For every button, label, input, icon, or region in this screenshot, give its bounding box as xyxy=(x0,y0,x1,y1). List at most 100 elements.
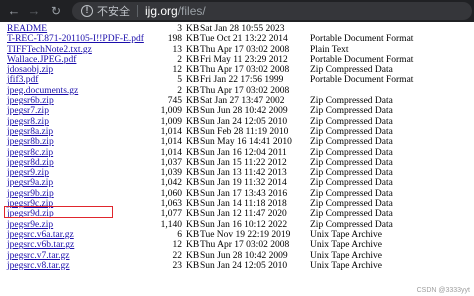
file-link[interactable]: jpegsrc.v6b.tar.gz xyxy=(7,240,74,250)
file-link[interactable]: jdosaobj.zip xyxy=(7,65,53,75)
file-size: 3 xyxy=(177,24,182,34)
file-type: Zip Compressed Data xyxy=(310,178,393,189)
file-size-unit: KB xyxy=(186,106,200,117)
file-size-unit: KB xyxy=(186,65,200,76)
file-type: Portable Document Format xyxy=(310,54,414,65)
file-size: 1,014 xyxy=(160,147,182,158)
file-row: jpegsr7.zip 1,009 KB Sun Jun 28 10:42 2009 Z… xyxy=(0,106,474,116)
file-link[interactable]: jpegsr8d.zip xyxy=(7,158,54,168)
file-date: Thu Apr 17 03:02 2008 xyxy=(200,240,290,251)
file-row: jpegsr8b.zip 1,014 KB Sun May 16 14:41 2010… xyxy=(0,137,474,147)
forward-arrow-icon[interactable]: → xyxy=(26,3,42,19)
file-row: TIFFTechNote2.txt.gz 13 KB Thu Apr 17 03:02… xyxy=(0,45,474,55)
file-link[interactable]: jpegsr9.zip xyxy=(7,168,49,178)
file-row: T-REC-T.871-201105-I!!PDF-E.pdf 198 KB Tue … xyxy=(0,34,474,44)
file-type: Unix Tape Archive xyxy=(310,260,382,271)
file-link[interactable]: T-REC-T.871-201105-I!!PDF-E.pdf xyxy=(7,34,144,44)
file-size-unit: KB xyxy=(186,209,200,220)
file-row: jpegsr9c.zip 1,063 KB Sun Jan 14 11:18 2018… xyxy=(0,199,474,209)
file-size: 1,140 xyxy=(160,219,182,230)
file-size: 1,039 xyxy=(160,168,182,179)
file-size-unit: KB xyxy=(186,116,200,127)
file-size: 745 xyxy=(167,96,182,107)
file-type: Zip Compressed Data xyxy=(310,188,393,199)
file-link[interactable]: jpegsr9e.zip xyxy=(7,220,53,230)
file-type: Zip Compressed Data xyxy=(310,126,393,137)
file-date: Fri May 11 23:29 2012 xyxy=(200,54,288,65)
file-size: 2 xyxy=(177,54,182,65)
file-link[interactable]: jpegsr8.zip xyxy=(7,117,49,127)
file-row: jpegsr9a.zip 1,042 KB Sun Jan 19 11:32 2014… xyxy=(0,178,474,188)
file-date: Sun Jan 13 11:42 2013 xyxy=(200,168,287,179)
file-link[interactable]: jpegsr8b.zip xyxy=(7,137,54,147)
file-type: Portable Document Format xyxy=(310,34,414,45)
file-date: Sun Jan 19 11:32 2014 xyxy=(200,178,287,189)
file-date: Sun Jan 15 11:22 2012 xyxy=(200,157,287,168)
file-type: Zip Compressed Data xyxy=(310,209,393,220)
file-size-unit: KB xyxy=(186,54,200,65)
file-row: jdosaobj.zip 12 KB Thu Apr 17 03:02 2008 Zip… xyxy=(0,65,474,75)
file-size: 198 xyxy=(167,34,182,45)
security-status-text[interactable]: 不安全 xyxy=(97,3,130,19)
address-bar[interactable]: ! 不安全 ijg.org/files/ xyxy=(72,2,472,20)
file-size-unit: KB xyxy=(186,219,200,230)
file-row: jpegsr8.zip 1,009 KB Sun Jan 24 12:05 2010 Z… xyxy=(0,117,474,127)
file-link[interactable]: jpegsr7.zip xyxy=(7,106,49,116)
file-date: Sun Jan 12 11:47 2020 xyxy=(200,209,287,220)
file-size-unit: KB xyxy=(186,178,200,189)
file-row: jpegsr9b.zip 1,060 KB Sun Jan 17 13:43 2016… xyxy=(0,189,474,199)
file-size-unit: KB xyxy=(186,168,200,179)
file-size-unit: KB xyxy=(186,85,200,96)
file-size: 6 xyxy=(177,229,182,240)
file-date: Thu Apr 17 03:02 2008 xyxy=(200,44,290,55)
file-link[interactable]: jpegsrc.v6a.tar.gz xyxy=(7,230,74,240)
url-path: /files/ xyxy=(177,4,206,18)
file-size-unit: KB xyxy=(186,199,200,210)
file-date: Thu Apr 17 03:02 2008 xyxy=(200,65,290,76)
file-size-unit: KB xyxy=(186,137,200,148)
warning-icon[interactable]: ! xyxy=(81,5,93,17)
file-size: 5 xyxy=(177,75,182,86)
url-text[interactable]: ijg.org/files/ xyxy=(145,4,206,18)
file-type: Zip Compressed Data xyxy=(310,116,393,127)
file-link[interactable]: jfif3.pdf xyxy=(7,75,38,85)
file-size-unit: KB xyxy=(186,24,200,34)
file-size-unit: KB xyxy=(186,147,200,158)
file-row: jpegsr8c.zip 1,014 KB Sun Jan 16 12:04 2011… xyxy=(0,148,474,158)
file-listing: README 3 KB Sat Jan 28 10:55 2023 T-REC-T.87… xyxy=(0,24,474,271)
file-size-unit: KB xyxy=(186,250,200,261)
file-date: Sun Jan 14 11:18 2018 xyxy=(200,199,287,210)
file-row: jpegsr8d.zip 1,037 KB Sun Jan 15 11:22 2012… xyxy=(0,158,474,168)
file-date: Fri Jan 22 17:56 1999 xyxy=(200,75,284,86)
file-link[interactable]: jpegsrc.v7.tar.gz xyxy=(7,251,70,261)
file-size-unit: KB xyxy=(186,260,200,271)
file-link[interactable]: jpegsr9a.zip xyxy=(7,178,53,188)
file-date: Tue Oct 21 13:22 2014 xyxy=(200,34,288,45)
file-size-unit: KB xyxy=(186,188,200,199)
file-link[interactable]: jpegsrc.v8.tar.gz xyxy=(7,261,70,271)
file-link[interactable]: jpegsr6b.zip xyxy=(7,96,54,106)
file-link[interactable]: README xyxy=(7,24,47,34)
file-link[interactable]: Wallace.JPEG.pdf xyxy=(7,55,76,65)
file-type: Unix Tape Archive xyxy=(310,229,382,240)
file-link[interactable]: jpegsr9b.zip xyxy=(7,189,54,199)
file-size-unit: KB xyxy=(186,44,200,55)
browser-toolbar: ← → ↻ ! 不安全 ijg.org/files/ xyxy=(0,0,474,22)
back-arrow-icon[interactable]: ← xyxy=(6,3,22,19)
file-link[interactable]: jpegsr9c.zip xyxy=(7,199,53,209)
file-link[interactable]: jpegsr8a.zip xyxy=(7,127,53,137)
file-type: Zip Compressed Data xyxy=(310,106,393,117)
file-size: 1,014 xyxy=(160,126,182,137)
file-row: jpegsrc.v8.tar.gz 23 KB Sun Jan 24 12:05 20… xyxy=(0,261,474,271)
file-date: Tue Nov 19 22:19 2019 xyxy=(200,229,291,240)
file-size: 13 xyxy=(172,44,183,55)
file-date: Sun Jan 24 12:05 2010 xyxy=(200,260,288,271)
file-row: jpegsr8a.zip 1,014 KB Sun Feb 28 11:19 2010… xyxy=(0,127,474,137)
reload-icon[interactable]: ↻ xyxy=(48,3,64,19)
file-link[interactable]: TIFFTechNote2.txt.gz xyxy=(7,45,92,55)
file-link[interactable]: jpeg.documents.gz xyxy=(7,86,78,96)
file-row: jfif3.pdf 5 KB Fri Jan 22 17:56 1999 Portabl… xyxy=(0,75,474,85)
file-size: 22 xyxy=(172,250,183,261)
file-link[interactable]: jpegsr9d.zip xyxy=(7,209,54,219)
file-link[interactable]: jpegsr8c.zip xyxy=(7,148,53,158)
